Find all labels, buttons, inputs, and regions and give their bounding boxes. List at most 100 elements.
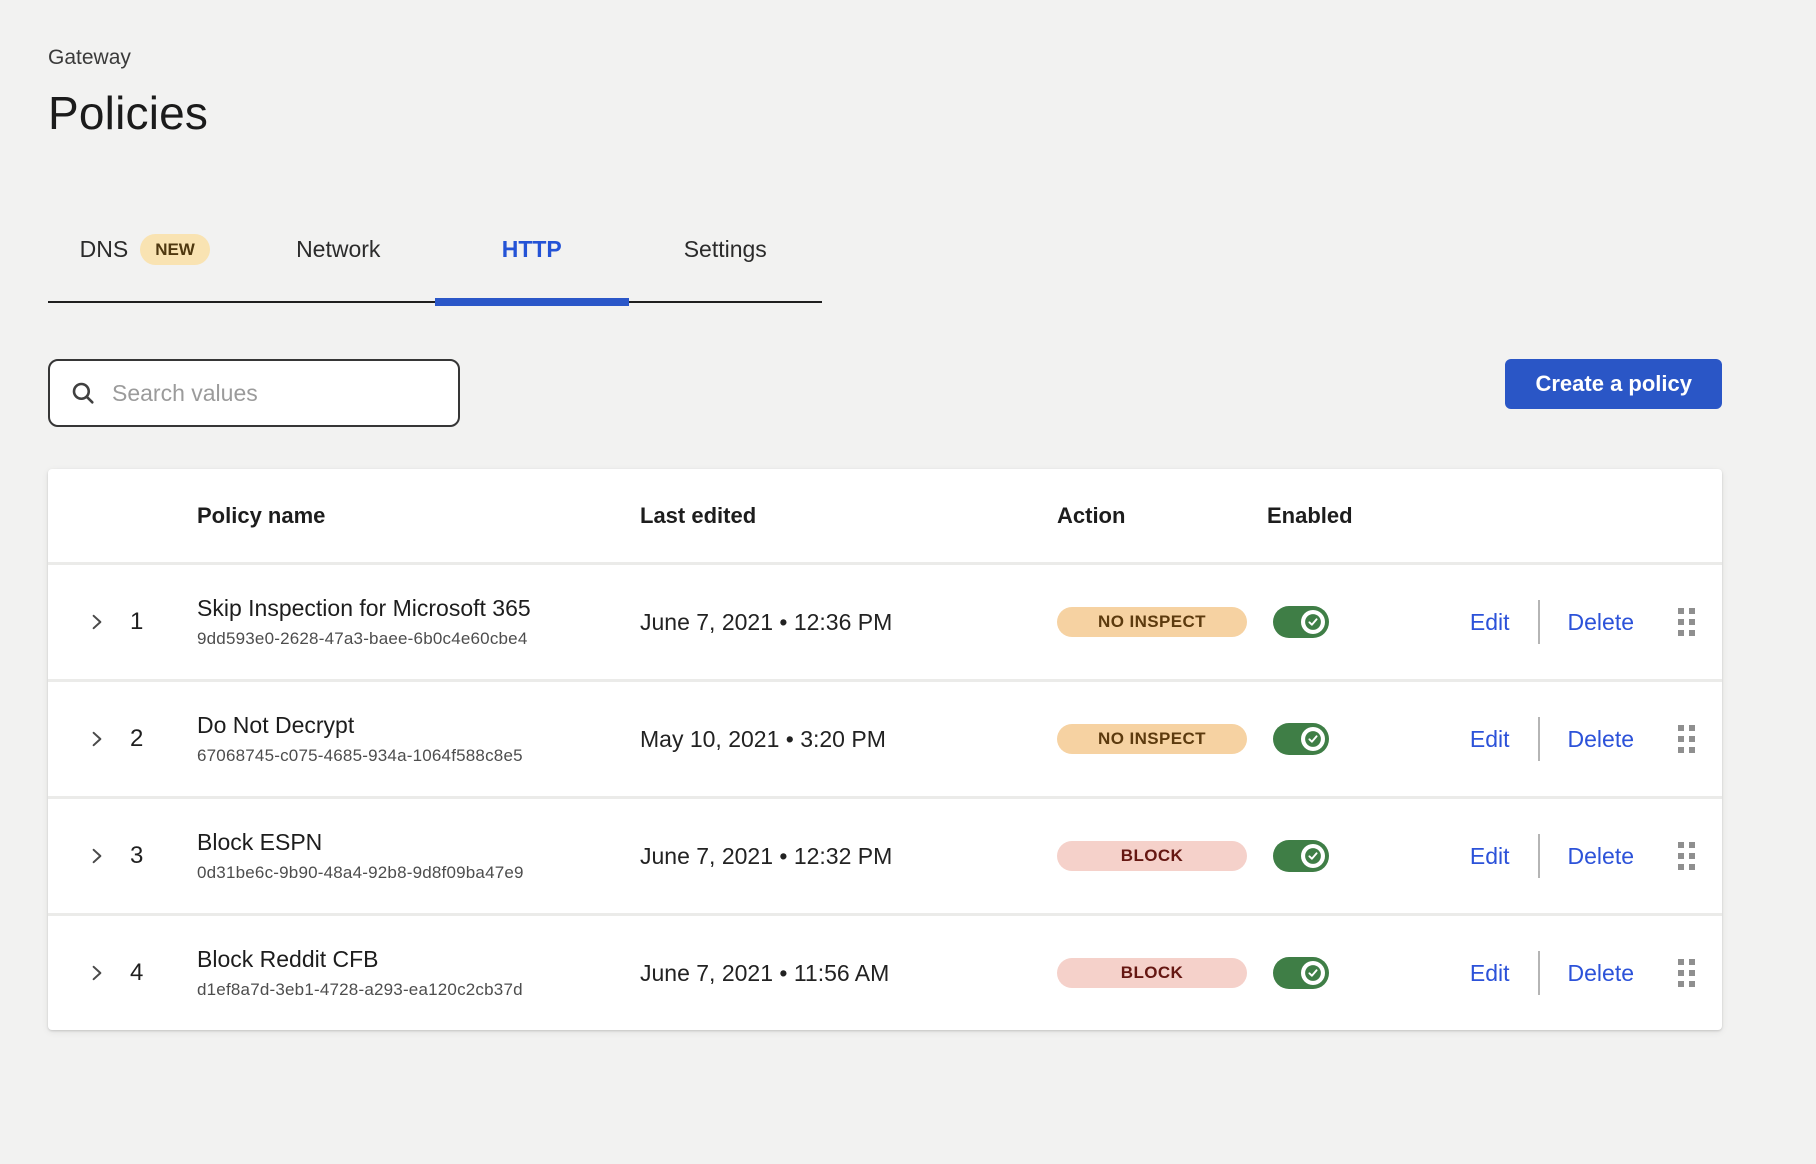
page-title: Policies [48, 86, 1770, 140]
action-badge: NO INSPECT [1057, 724, 1247, 754]
search-box[interactable] [48, 359, 460, 427]
policy-name: Do Not Decrypt [197, 712, 640, 739]
header-action: Action [1057, 503, 1267, 529]
vertical-divider [1538, 717, 1540, 761]
drag-handle-icon[interactable] [1678, 959, 1695, 987]
gateway-policies-page: Gateway Policies DNS NEW Network HTTP Se… [0, 0, 1770, 1030]
row-actions-cell: Edit Delete [1417, 951, 1722, 995]
policy-name-cell: Do Not Decrypt 67068745-c075-4685-934a-1… [197, 712, 640, 766]
policy-name: Block Reddit CFB [197, 946, 640, 973]
policy-table: Policy name Last edited Action Enabled 1… [48, 469, 1722, 1030]
delete-link[interactable]: Delete [1568, 609, 1634, 636]
edit-link[interactable]: Edit [1470, 960, 1510, 987]
expand-chevron-icon[interactable] [88, 964, 106, 982]
expand-chevron-icon[interactable] [88, 847, 106, 865]
last-edited: May 10, 2021 • 3:20 PM [640, 726, 1057, 753]
policy-table-body: 1 Skip Inspection for Microsoft 365 9dd5… [48, 562, 1722, 1030]
drag-handle-icon[interactable] [1678, 608, 1695, 636]
tab-network[interactable]: Network [242, 234, 436, 301]
row-lead-cell: 2 [48, 725, 197, 753]
table-header-row: Policy name Last edited Action Enabled [48, 469, 1722, 562]
row-actions-cell: Edit Delete [1417, 600, 1722, 644]
last-edited: June 7, 2021 • 12:36 PM [640, 609, 1057, 636]
table-row: 3 Block ESPN 0d31be6c-9b90-48a4-92b8-9d8… [48, 796, 1722, 913]
new-badge: NEW [140, 234, 210, 265]
last-edited: June 7, 2021 • 11:56 AM [640, 960, 1057, 987]
table-row: 4 Block Reddit CFB d1ef8a7d-3eb1-4728-a2… [48, 913, 1722, 1030]
expand-chevron-icon[interactable] [88, 730, 106, 748]
header-enabled: Enabled [1267, 503, 1417, 529]
vertical-divider [1538, 600, 1540, 644]
vertical-divider [1538, 951, 1540, 995]
tab-bar: DNS NEW Network HTTP Settings [48, 234, 822, 303]
create-policy-button[interactable]: Create a policy [1505, 359, 1722, 409]
row-actions-cell: Edit Delete [1417, 834, 1722, 878]
enabled-toggle[interactable] [1273, 957, 1329, 989]
header-policy-name: Policy name [197, 503, 640, 529]
policy-name: Skip Inspection for Microsoft 365 [197, 595, 640, 622]
delete-link[interactable]: Delete [1568, 726, 1634, 753]
row-lead-cell: 3 [48, 842, 197, 870]
action-cell: BLOCK [1057, 958, 1267, 988]
policy-name-cell: Block ESPN 0d31be6c-9b90-48a4-92b8-9d8f0… [197, 829, 640, 883]
row-number: 3 [130, 842, 143, 870]
tab-dns-label: DNS [80, 236, 129, 263]
row-number: 2 [130, 725, 143, 753]
action-badge: NO INSPECT [1057, 607, 1247, 637]
toggle-knob [1301, 844, 1325, 868]
drag-handle-icon[interactable] [1678, 842, 1695, 870]
row-lead-cell: 4 [48, 959, 197, 987]
policy-id: 0d31be6c-9b90-48a4-92b8-9d8f09ba47e9 [197, 863, 640, 883]
vertical-divider [1538, 834, 1540, 878]
enabled-toggle[interactable] [1273, 723, 1329, 755]
enabled-cell [1267, 957, 1417, 989]
action-badge: BLOCK [1057, 958, 1247, 988]
enabled-toggle[interactable] [1273, 840, 1329, 872]
action-cell: NO INSPECT [1057, 724, 1267, 754]
action-cell: BLOCK [1057, 841, 1267, 871]
table-row: 2 Do Not Decrypt 67068745-c075-4685-934a… [48, 679, 1722, 796]
delete-link[interactable]: Delete [1568, 960, 1634, 987]
tab-http-label: HTTP [502, 236, 562, 263]
row-lead-cell: 1 [48, 608, 197, 636]
policy-name: Block ESPN [197, 829, 640, 856]
enabled-toggle[interactable] [1273, 606, 1329, 638]
delete-link[interactable]: Delete [1568, 843, 1634, 870]
expand-chevron-icon[interactable] [88, 613, 106, 631]
enabled-cell [1267, 840, 1417, 872]
tab-http[interactable]: HTTP [435, 234, 629, 301]
drag-handle-icon[interactable] [1678, 725, 1695, 753]
check-circle-icon [1304, 613, 1322, 631]
table-row: 1 Skip Inspection for Microsoft 365 9dd5… [48, 562, 1722, 679]
check-circle-icon [1304, 964, 1322, 982]
policy-name-cell: Skip Inspection for Microsoft 365 9dd593… [197, 595, 640, 649]
breadcrumb: Gateway [48, 46, 1770, 70]
row-number: 4 [130, 959, 143, 987]
check-circle-icon [1304, 847, 1322, 865]
edit-link[interactable]: Edit [1470, 726, 1510, 753]
policy-id: 67068745-c075-4685-934a-1064f588c8e5 [197, 746, 640, 766]
tab-settings[interactable]: Settings [629, 234, 823, 301]
enabled-cell [1267, 606, 1417, 638]
edit-link[interactable]: Edit [1470, 609, 1510, 636]
check-circle-icon [1304, 730, 1322, 748]
enabled-cell [1267, 723, 1417, 755]
last-edited: June 7, 2021 • 12:32 PM [640, 843, 1057, 870]
tab-settings-label: Settings [684, 236, 767, 263]
search-input[interactable] [112, 380, 438, 407]
row-number: 1 [130, 608, 143, 636]
header-last-edited: Last edited [640, 503, 1057, 529]
row-actions-cell: Edit Delete [1417, 717, 1722, 761]
action-badge: BLOCK [1057, 841, 1247, 871]
edit-link[interactable]: Edit [1470, 843, 1510, 870]
tab-dns[interactable]: DNS NEW [48, 234, 242, 301]
toggle-knob [1301, 610, 1325, 634]
policy-id: 9dd593e0-2628-47a3-baee-6b0c4e60cbe4 [197, 629, 640, 649]
policy-name-cell: Block Reddit CFB d1ef8a7d-3eb1-4728-a293… [197, 946, 640, 1000]
toggle-knob [1301, 961, 1325, 985]
toggle-knob [1301, 727, 1325, 751]
search-icon [70, 380, 96, 406]
policy-id: d1ef8a7d-3eb1-4728-a293-ea120c2cb37d [197, 980, 640, 1000]
tab-network-label: Network [296, 236, 380, 263]
toolbar: Create a policy [48, 359, 1722, 427]
